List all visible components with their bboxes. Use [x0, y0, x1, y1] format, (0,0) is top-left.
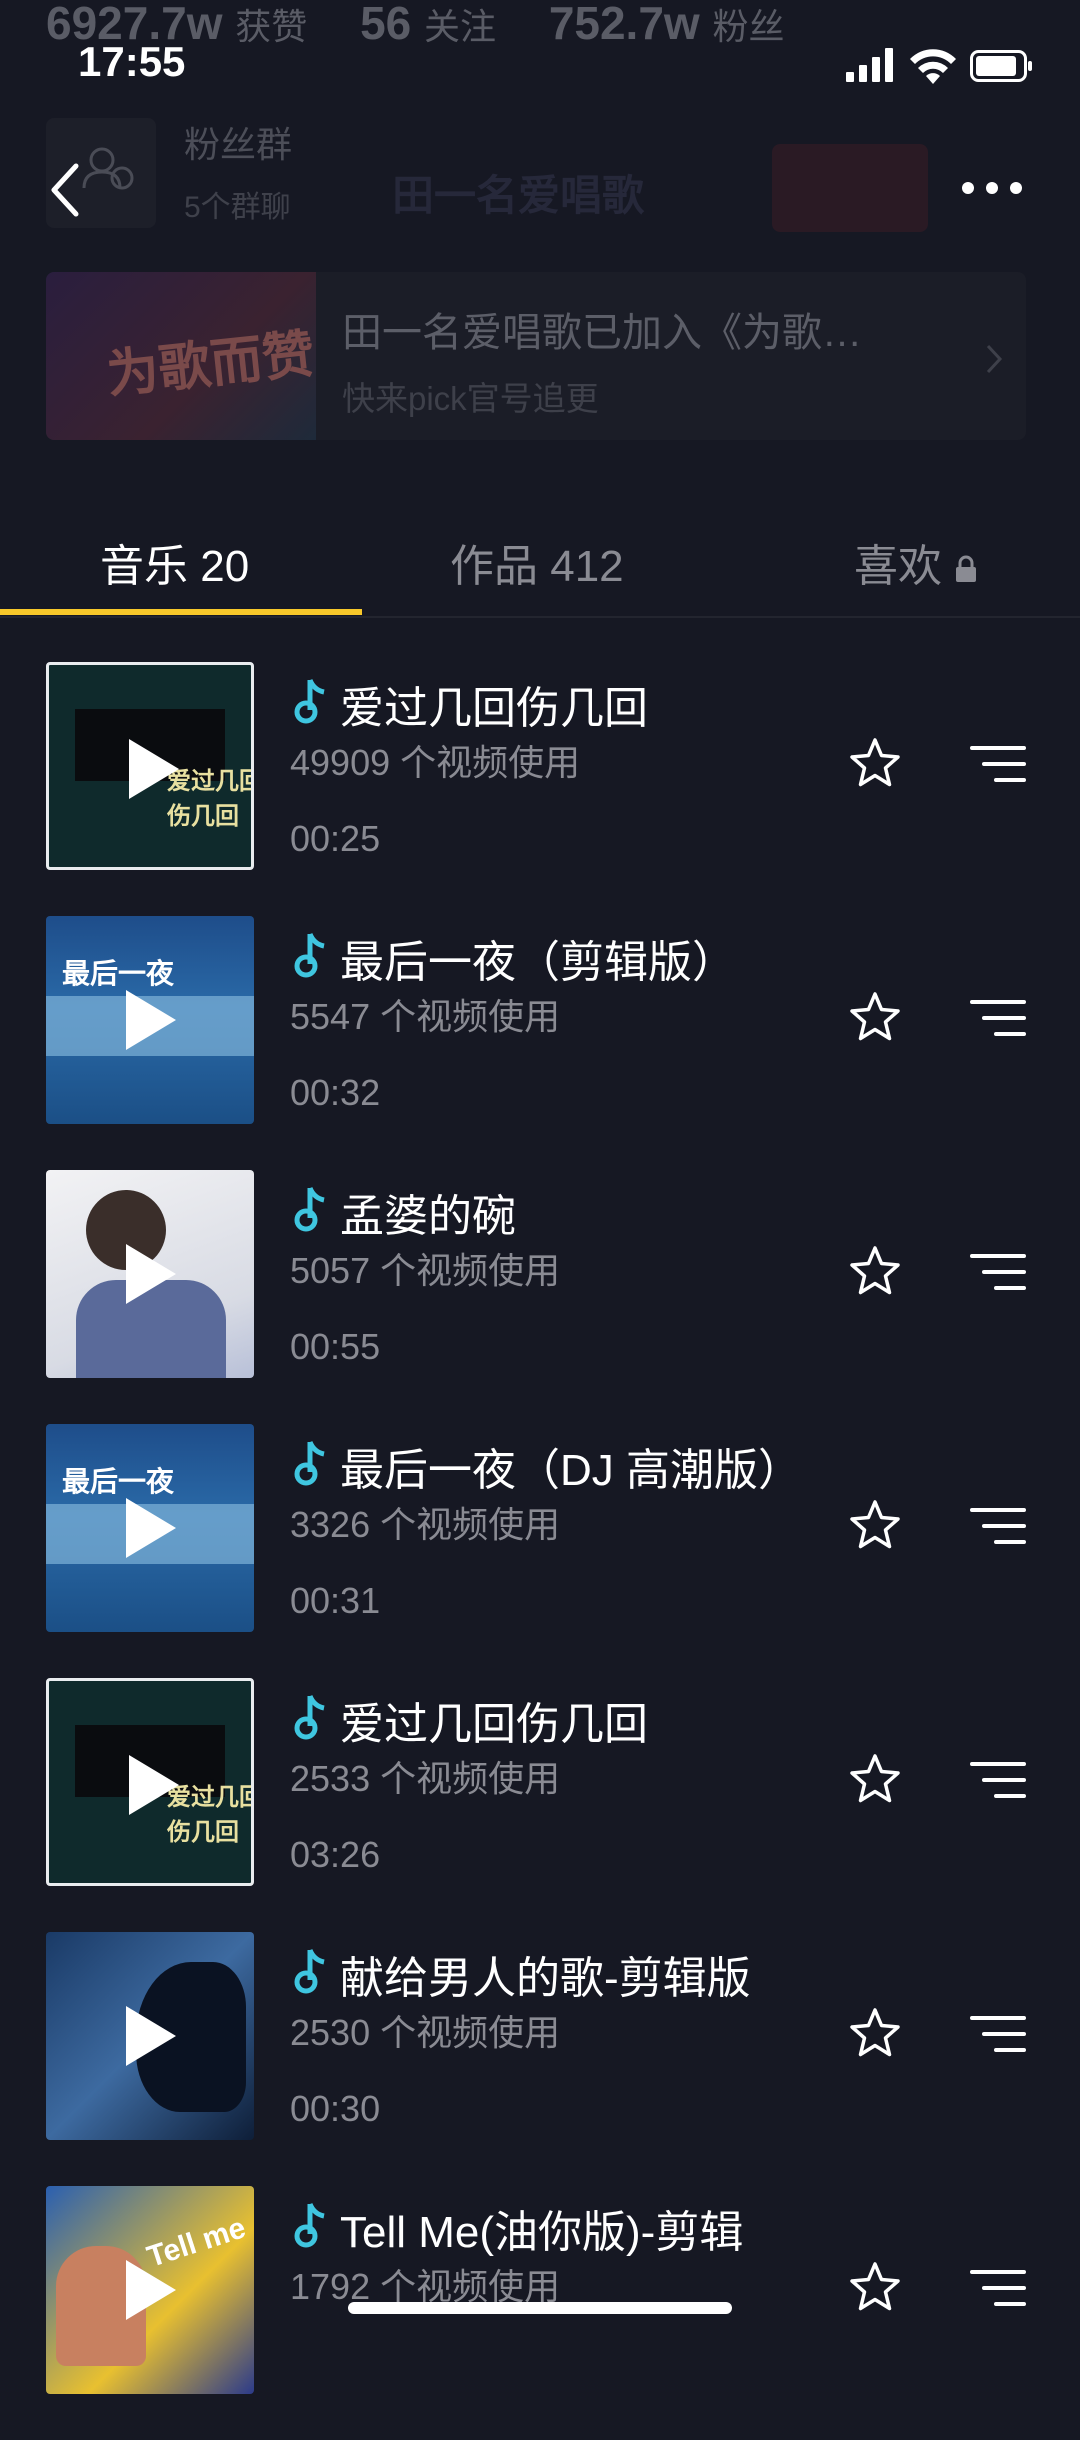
- track-usage-count: 5057 个视频使用: [290, 1250, 561, 1291]
- track-duration: 00:55: [290, 1326, 381, 1367]
- music-note-icon: [294, 1440, 325, 1486]
- tab-works[interactable]: 作品 412: [450, 530, 624, 594]
- music-note-icon: [294, 1694, 325, 1740]
- star-favorite-icon[interactable]: [848, 736, 902, 790]
- play-icon: [126, 1244, 176, 1304]
- track-cover[interactable]: [46, 1170, 254, 1378]
- playlist-menu-icon[interactable]: [970, 1760, 1026, 1800]
- home-indicator[interactable]: [348, 2302, 732, 2314]
- playlist-menu-icon[interactable]: [970, 744, 1026, 784]
- track-duration: 03:26: [290, 1834, 381, 1875]
- track-duration: 00:25: [290, 818, 381, 859]
- tab-likes[interactable]: 喜欢: [854, 530, 978, 594]
- track-usage-count: 5547 个视频使用: [290, 996, 561, 1037]
- more-options-icon[interactable]: [960, 178, 1024, 198]
- star-favorite-icon[interactable]: [848, 1244, 902, 1298]
- track-title: Tell Me(油你版)-剪辑: [340, 2208, 744, 2257]
- music-note-icon: [294, 1948, 325, 1994]
- track-title: 最后一夜（DJ 高潮版）: [340, 1446, 802, 1495]
- tab-music[interactable]: 音乐 20: [100, 530, 249, 594]
- track-title: 孟婆的碗: [340, 1192, 516, 1241]
- star-favorite-icon[interactable]: [848, 1752, 902, 1806]
- chevron-right-icon: [986, 344, 1003, 374]
- star-favorite-icon[interactable]: [848, 1498, 902, 1552]
- playlist-menu-icon[interactable]: [970, 998, 1026, 1038]
- track-duration: 00:32: [290, 1072, 381, 1113]
- promo-banner-subtitle: 快来pick官号追更: [342, 380, 599, 417]
- playlist-menu-icon[interactable]: [970, 2268, 1026, 2308]
- list-item[interactable]: 爱过几回 伤几回 爱过几回伤几回 49909 个视频使用 00:25: [0, 662, 1080, 916]
- list-item[interactable]: 最后一夜 最后一夜（DJ 高潮版） 3326 个视频使用 00:31: [0, 1424, 1080, 1678]
- star-favorite-icon[interactable]: [848, 990, 902, 1044]
- track-cover[interactable]: 最后一夜: [46, 1424, 254, 1632]
- list-item[interactable]: 最后一夜 最后一夜（剪辑版） 5547 个视频使用 00:32: [0, 916, 1080, 1170]
- music-note-icon: [294, 678, 325, 724]
- tab-likes-label: 喜欢: [854, 542, 942, 591]
- track-usage-count: 2533 个视频使用: [290, 1758, 561, 1799]
- promo-banner-title: 田一名爱唱歌已加入《为歌…: [342, 311, 862, 355]
- track-cover[interactable]: [46, 1932, 254, 2140]
- follow-button[interactable]: [772, 144, 928, 232]
- play-icon: [129, 739, 179, 799]
- promo-banner-image: 为歌而赞: [46, 272, 316, 440]
- track-duration: 00:30: [290, 2088, 381, 2129]
- track-title: 最后一夜（剪辑版）: [340, 938, 736, 987]
- track-title: 爱过几回伤几回: [340, 1700, 648, 1749]
- list-item[interactable]: 爱过几回 伤几回 爱过几回伤几回 2533 个视频使用 03:26: [0, 1678, 1080, 1932]
- music-note-icon: [294, 932, 325, 978]
- track-title: 献给男人的歌-剪辑版: [340, 1954, 751, 2003]
- playlist-menu-icon[interactable]: [970, 1252, 1026, 1292]
- star-favorite-icon[interactable]: [848, 2006, 902, 2060]
- play-icon: [126, 1498, 176, 1558]
- track-cover[interactable]: 最后一夜: [46, 916, 254, 1124]
- music-note-icon: [294, 2202, 325, 2248]
- play-icon: [126, 2260, 176, 2320]
- battery-icon: [970, 50, 1032, 82]
- music-note-icon: [294, 1186, 325, 1232]
- status-bar: 17:55: [0, 0, 1080, 130]
- track-usage-count: 3326 个视频使用: [290, 1504, 561, 1545]
- track-usage-count: 2530 个视频使用: [290, 2012, 561, 2053]
- playlist-menu-icon[interactable]: [970, 2014, 1026, 2054]
- track-cover[interactable]: Tell me: [46, 2186, 254, 2394]
- play-icon: [129, 1755, 179, 1815]
- track-usage-count: 49909 个视频使用: [290, 742, 581, 783]
- playlist-menu-icon[interactable]: [970, 1506, 1026, 1546]
- star-favorite-icon[interactable]: [848, 2260, 902, 2314]
- list-item[interactable]: 献给男人的歌-剪辑版 2530 个视频使用 00:30: [0, 1932, 1080, 2186]
- list-item[interactable]: 孟婆的碗 5057 个视频使用 00:55: [0, 1170, 1080, 1424]
- track-title: 爱过几回伤几回: [340, 684, 648, 733]
- track-duration: 00:31: [290, 1580, 381, 1621]
- back-arrow-icon[interactable]: [46, 160, 86, 220]
- track-cover[interactable]: 爱过几回 伤几回: [46, 662, 254, 870]
- group-chat-icon: [82, 147, 134, 190]
- status-time: 17:55: [78, 38, 186, 85]
- play-icon: [126, 2006, 176, 2066]
- fans-group-subtitle: 5个群聊: [184, 191, 291, 224]
- cellular-signal-icon: [846, 48, 893, 82]
- lock-icon: [956, 555, 976, 583]
- track-cover[interactable]: 爱过几回 伤几回: [46, 1678, 254, 1886]
- header-username: 田一名爱唱歌: [392, 172, 645, 219]
- active-tab-indicator: [0, 609, 362, 615]
- play-icon: [126, 990, 176, 1050]
- wifi-icon: [910, 49, 956, 84]
